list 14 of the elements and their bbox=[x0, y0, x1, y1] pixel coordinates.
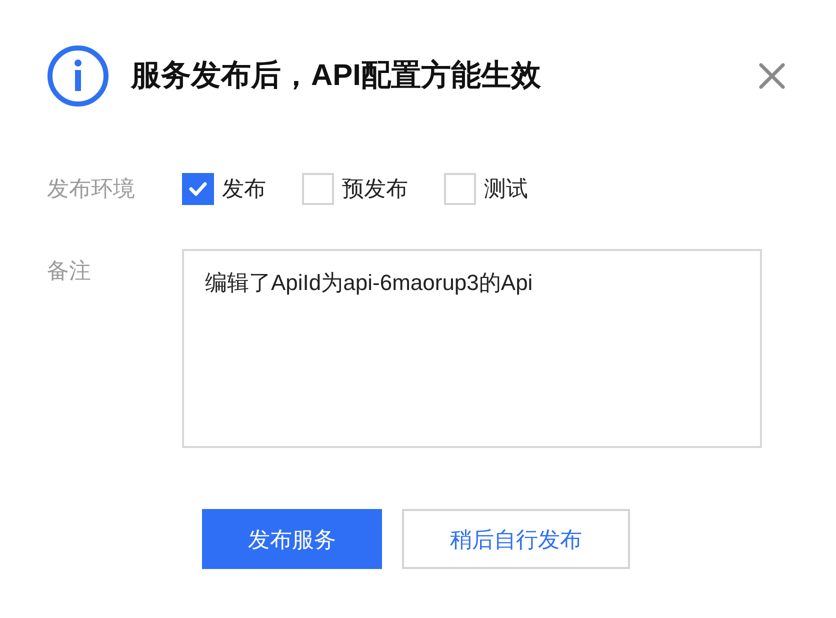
checkbox-label[interactable]: 发布 bbox=[222, 172, 266, 205]
checkbox-label[interactable]: 预发布 bbox=[342, 172, 408, 205]
field-label: 发布环境 bbox=[47, 175, 136, 203]
checkbox-label[interactable]: 测试 bbox=[484, 172, 528, 205]
later-button[interactable]: 稍后自行发布 bbox=[402, 509, 630, 569]
close-icon bbox=[759, 63, 785, 89]
info-icon bbox=[47, 45, 109, 107]
remark-field[interactable]: 编辑了ApiId为api-6maorup3的Api bbox=[182, 249, 762, 448]
field-label: 备注 bbox=[47, 257, 92, 285]
dialog-title: 服务发布后，API配置方能生效 bbox=[131, 61, 542, 91]
checkmark-icon bbox=[189, 182, 207, 196]
publish-button[interactable]: 发布服务 bbox=[202, 509, 382, 569]
checkbox[interactable] bbox=[182, 172, 214, 204]
close-button[interactable] bbox=[758, 62, 786, 90]
